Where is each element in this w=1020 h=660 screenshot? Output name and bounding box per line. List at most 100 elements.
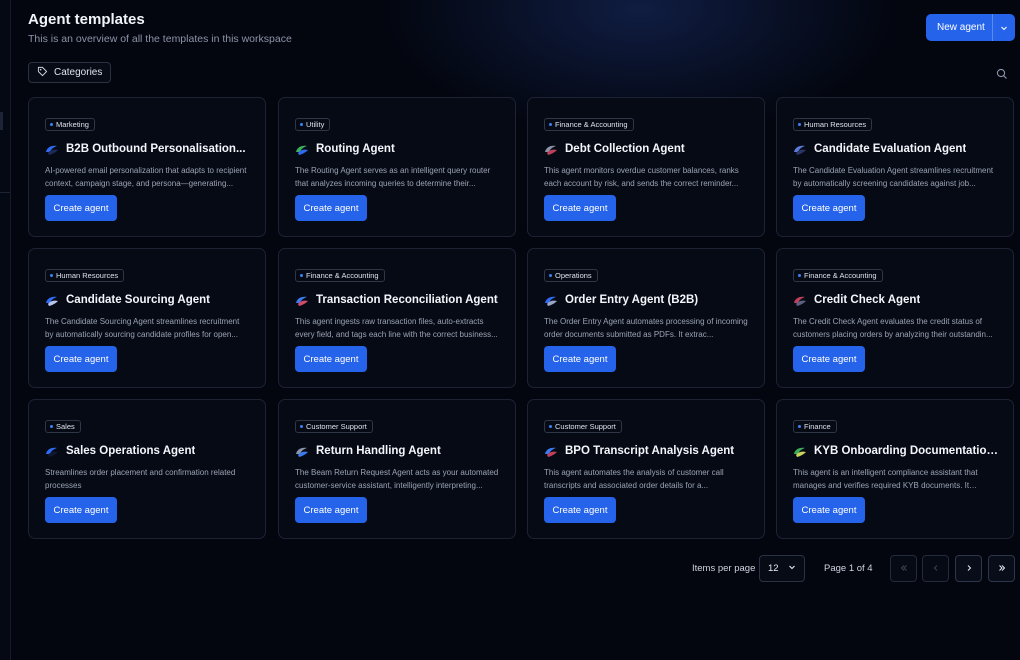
page-indicator: Page 1 of 4 xyxy=(824,563,873,574)
category-tag: Sales xyxy=(45,420,81,433)
create-agent-button[interactable]: Create agent xyxy=(295,497,367,523)
agent-avatar-icon xyxy=(295,294,309,306)
card-description: The Routing Agent serves as an intellige… xyxy=(295,166,491,188)
template-card[interactable]: Human Resources Candidate Sourcing Agent T… xyxy=(28,248,266,388)
create-agent-button[interactable]: Create agent xyxy=(793,195,865,221)
card-description: This agent automates the analysis of cus… xyxy=(544,468,724,490)
create-agent-button[interactable]: Create agent xyxy=(295,346,367,372)
card-title: Candidate Evaluation Agent xyxy=(814,143,967,155)
create-agent-button[interactable]: Create agent xyxy=(45,195,117,221)
create-agent-button[interactable]: Create agent xyxy=(544,497,616,523)
card-description: The Credit Check Agent evaluates the cre… xyxy=(793,317,993,339)
template-card[interactable]: Sales Sales Operations Agent Streamlines o… xyxy=(28,399,266,539)
card-header: B2B Outbound Personalisation... xyxy=(45,143,251,155)
template-card[interactable]: Human Resources Candidate Evaluation Agen… xyxy=(776,97,1014,237)
sidebar-collapse-handle[interactable] xyxy=(0,112,3,130)
categories-label: Categories xyxy=(54,67,103,78)
card-title: KYB Onboarding Documentation... xyxy=(814,445,999,457)
page-subtitle: This is an overview of all the templates… xyxy=(28,33,292,45)
agent-avatar-icon xyxy=(544,294,558,306)
category-tag: Marketing xyxy=(45,118,95,131)
first-page-button[interactable] xyxy=(890,555,917,582)
agent-avatar-icon xyxy=(295,143,309,155)
template-card[interactable]: Finance & Accounting Transaction Reconcil… xyxy=(278,248,516,388)
template-card[interactable]: Finance & Accounting Credit Check Agent Th… xyxy=(776,248,1014,388)
create-agent-button[interactable]: Create agent xyxy=(793,497,865,523)
card-description: AI-powered email personalization that ad… xyxy=(45,166,247,188)
create-agent-button[interactable]: Create agent xyxy=(45,497,117,523)
template-card[interactable]: Utility Routing Agent The Routing Agent se… xyxy=(278,97,516,237)
categories-filter-button[interactable]: Categories xyxy=(28,62,112,83)
category-tag-label: Finance & Accounting xyxy=(804,271,877,280)
next-page-button[interactable] xyxy=(955,555,982,582)
card-title: BPO Transcript Analysis Agent xyxy=(565,445,735,457)
card-header: Candidate Sourcing Agent xyxy=(45,294,251,306)
card-header: Candidate Evaluation Agent xyxy=(793,143,999,155)
template-card[interactable]: Finance & Accounting Debt Collection Agen… xyxy=(527,97,765,237)
agent-avatar-icon xyxy=(295,445,309,457)
card-description: This agent ingests raw transaction files… xyxy=(295,317,498,339)
new-agent-button[interactable]: New agent xyxy=(926,14,1015,41)
tag-dot-icon xyxy=(798,425,801,428)
card-title: Order Entry Agent (B2B) xyxy=(565,294,699,306)
search-icon[interactable] xyxy=(996,67,1008,79)
category-tag: Customer Support xyxy=(544,420,622,433)
card-header: Debt Collection Agent xyxy=(544,143,750,155)
card-header: Transaction Reconciliation Agent xyxy=(295,294,501,306)
template-card[interactable]: Finance KYB Onboarding Documentation... Th… xyxy=(776,399,1014,539)
tag-dot-icon xyxy=(300,123,303,126)
sidebar-divider xyxy=(0,192,10,193)
agent-avatar-icon xyxy=(45,294,59,306)
create-agent-button[interactable]: Create agent xyxy=(295,195,367,221)
chevron-left-icon xyxy=(931,560,941,578)
agent-avatar-icon xyxy=(793,294,807,306)
template-card[interactable]: Customer Support Return Handling Agent The… xyxy=(278,399,516,539)
card-title: B2B Outbound Personalisation... xyxy=(66,143,246,155)
card-description: This agent is an intelligent compliance … xyxy=(793,468,978,490)
tag-dot-icon xyxy=(50,123,53,126)
tag-dot-icon xyxy=(300,274,303,277)
template-card[interactable]: Marketing B2B Outbound Personalisation...… xyxy=(28,97,266,237)
card-header: BPO Transcript Analysis Agent xyxy=(544,445,750,457)
card-title: Routing Agent xyxy=(316,143,395,155)
previous-page-button[interactable] xyxy=(922,555,949,582)
last-page-button[interactable] xyxy=(988,555,1015,582)
create-agent-button[interactable]: Create agent xyxy=(45,346,117,372)
card-title: Debt Collection Agent xyxy=(565,143,685,155)
agent-avatar-icon xyxy=(544,143,558,155)
chevron-right-icon xyxy=(964,560,974,578)
card-header: Order Entry Agent (B2B) xyxy=(544,294,750,306)
tag-dot-icon xyxy=(300,425,303,428)
card-header: Credit Check Agent xyxy=(793,294,999,306)
category-tag: Finance & Accounting xyxy=(295,269,385,282)
card-description: This agent monitors overdue customer bal… xyxy=(544,166,739,188)
card-header: KYB Onboarding Documentation... xyxy=(793,445,999,457)
agent-avatar-icon xyxy=(45,445,59,457)
category-tag: Finance xyxy=(793,420,837,433)
chevron-down-icon[interactable] xyxy=(993,24,1015,32)
card-header: Routing Agent xyxy=(295,143,501,155)
create-agent-button[interactable]: Create agent xyxy=(793,346,865,372)
category-tag: Finance & Accounting xyxy=(793,269,883,282)
category-tag: Finance & Accounting xyxy=(544,118,634,131)
agent-avatar-icon xyxy=(793,445,807,457)
chevron-down-icon xyxy=(788,563,796,574)
agent-avatar-icon xyxy=(793,143,807,155)
tag-dot-icon xyxy=(798,123,801,126)
tag-dot-icon xyxy=(50,274,53,277)
agent-avatar-icon xyxy=(45,143,59,155)
category-tag: Customer Support xyxy=(295,420,373,433)
category-tag-label: Human Resources xyxy=(56,271,119,280)
card-title: Candidate Sourcing Agent xyxy=(66,294,210,306)
page-title: Agent templates xyxy=(28,11,145,28)
template-card[interactable]: Customer Support BPO Transcript Analysis … xyxy=(527,399,765,539)
items-per-page-label: Items per page xyxy=(692,563,756,574)
category-tag-label: Finance & Accounting xyxy=(306,271,379,280)
create-agent-button[interactable]: Create agent xyxy=(544,346,616,372)
card-description: The Candidate Sourcing Agent streamlines… xyxy=(45,317,240,339)
category-tag: Operations xyxy=(544,269,598,282)
page-header: Agent templates This is an overview of a… xyxy=(28,10,292,45)
template-card[interactable]: Operations Order Entry Agent (B2B) The Ord… xyxy=(527,248,765,388)
create-agent-button[interactable]: Create agent xyxy=(544,195,616,221)
items-per-page-select[interactable]: 12 xyxy=(759,555,805,582)
